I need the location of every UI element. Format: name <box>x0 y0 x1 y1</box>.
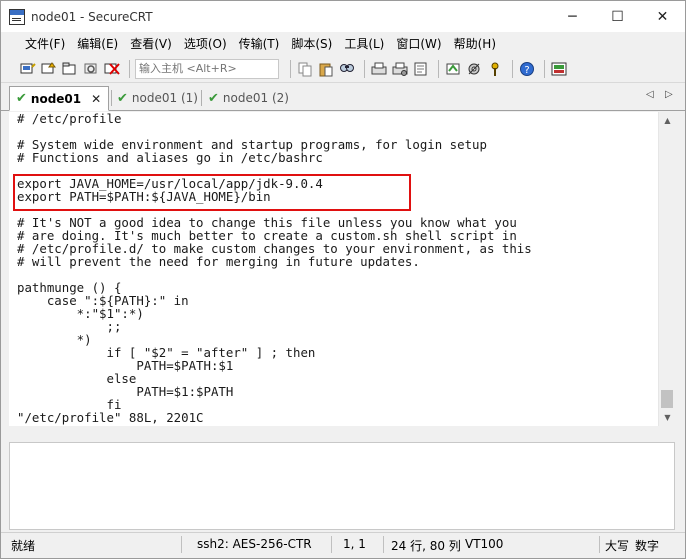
menu-edit[interactable]: 编辑(E) <box>71 35 124 52</box>
securecrt-window: node01 - SecureCRT ─ ☐ ✕ 文件(F) 编辑(E) 查看(… <box>0 0 686 559</box>
disconnect-icon[interactable] <box>103 60 121 78</box>
securecrt-app-icon[interactable] <box>9 8 25 25</box>
terminal-line: # will prevent the need for merging in f… <box>17 254 420 269</box>
menu-file[interactable]: 文件(F) <box>19 35 71 52</box>
minimize-button[interactable]: ─ <box>550 1 595 32</box>
status-separator <box>331 536 332 553</box>
menu-window[interactable]: 窗口(W) <box>390 35 447 52</box>
tab-node01[interactable]: ✔ node01 ✕ <box>9 86 109 111</box>
status-bar: 就绪 ssh2: AES-256-CTR 1, 1 24 行, 80 列 VT1… <box>1 532 685 556</box>
connect-tab-icon[interactable] <box>61 60 79 78</box>
window-controls: ─ ☐ ✕ <box>550 1 685 32</box>
toolbar-separator <box>290 59 291 78</box>
session-options-icon[interactable] <box>444 60 462 78</box>
terminal-line: # /etc/profile <box>17 112 122 126</box>
global-options-icon[interactable] <box>465 60 483 78</box>
connected-check-icon: ✔ <box>16 91 27 106</box>
reconnect-icon[interactable] <box>82 60 100 78</box>
terminal-text: # /etc/profile # System wide environment … <box>9 112 658 424</box>
paste-icon[interactable] <box>317 60 335 78</box>
window-title: node01 - SecureCRT <box>31 9 153 24</box>
tab-label: node01 (2) <box>222 91 289 105</box>
toolbar-separator <box>438 59 439 78</box>
title-bar: node01 - SecureCRT ─ ☐ ✕ <box>1 1 685 32</box>
close-window-button[interactable]: ✕ <box>640 1 685 32</box>
menu-options[interactable]: 选项(O) <box>178 35 233 52</box>
status-ready: 就绪 <box>11 539 36 553</box>
log-icon[interactable] <box>412 60 430 78</box>
tab-next-arrow-icon[interactable]: ▷ <box>665 89 673 100</box>
svg-text:?: ? <box>524 65 529 76</box>
maximize-button[interactable]: ☐ <box>595 1 640 32</box>
scroll-up-arrow-icon[interactable]: ▲ <box>659 112 676 129</box>
menu-bar: 文件(F) 编辑(E) 查看(V) 选项(O) 传输(T) 脚本(S) 工具(L… <box>1 32 685 54</box>
status-terminal-size: 24 行, 80 列 <box>391 539 461 553</box>
status-separator <box>383 536 384 553</box>
connect-icon[interactable] <box>19 60 37 78</box>
toolbar-separator <box>512 59 513 78</box>
command-window[interactable] <box>9 442 675 530</box>
tab-label: node01 (1) <box>131 91 198 105</box>
toolbar-separator <box>544 59 545 78</box>
connected-check-icon: ✔ <box>117 90 128 106</box>
scrollbar-thumb[interactable] <box>661 390 673 408</box>
help-icon[interactable]: ? <box>518 60 536 78</box>
tab-prev-arrow-icon[interactable]: ◁ <box>646 89 654 100</box>
connected-check-icon: ✔ <box>208 90 219 106</box>
find-icon[interactable] <box>338 60 356 78</box>
java-home-highlight-box <box>13 174 411 211</box>
tab-label: node01 <box>30 91 82 106</box>
print-setup-icon[interactable] <box>391 60 409 78</box>
terminal-view[interactable]: # /etc/profile # System wide environment … <box>9 112 658 426</box>
menu-script[interactable]: 脚本(S) <box>285 35 338 52</box>
keymap-icon[interactable] <box>486 60 504 78</box>
toolbar-separator <box>364 59 365 78</box>
status-terminal-type: VT100 <box>465 537 504 551</box>
session-tab-bar: ✔ node01 ✕ ✔ node01 (1) ✔ node01 (2) ◁ ▷ <box>1 84 685 111</box>
menu-transfer[interactable]: 传输(T) <box>233 35 286 52</box>
status-separator <box>599 536 600 553</box>
status-num-lock: 数字 <box>635 539 660 553</box>
toolbar: ? <box>1 55 685 83</box>
menu-tools[interactable]: 工具(L) <box>338 35 390 52</box>
toolbar-separator <box>129 59 130 78</box>
terminal-line: ;; <box>17 319 122 334</box>
menu-view[interactable]: 查看(V) <box>124 35 178 52</box>
terminal-scrollbar[interactable]: ▲ ▼ <box>658 112 675 426</box>
terminal-line: "/etc/profile" 88L, 2201C <box>17 410 204 425</box>
tab-node01-2[interactable]: ✔ node01 (2) <box>202 86 297 110</box>
terminal-line: # Functions and aliases go in /etc/bashr… <box>17 150 323 165</box>
tab-node01-1[interactable]: ✔ node01 (1) <box>111 86 201 110</box>
copy-icon[interactable] <box>296 60 314 78</box>
print-icon[interactable] <box>370 60 388 78</box>
scroll-down-arrow-icon[interactable]: ▼ <box>659 409 676 426</box>
sftp-icon[interactable] <box>550 60 568 78</box>
status-cipher: ssh2: AES-256-CTR <box>197 537 312 551</box>
menu-help[interactable]: 帮助(H) <box>448 35 502 52</box>
host-input[interactable] <box>135 58 279 79</box>
close-tab-button[interactable]: ✕ <box>91 92 101 106</box>
status-separator <box>181 536 182 553</box>
status-cursor-position: 1, 1 <box>343 537 366 551</box>
status-caps-lock: 大写 <box>605 539 630 553</box>
quick-connect-icon[interactable] <box>40 60 58 78</box>
